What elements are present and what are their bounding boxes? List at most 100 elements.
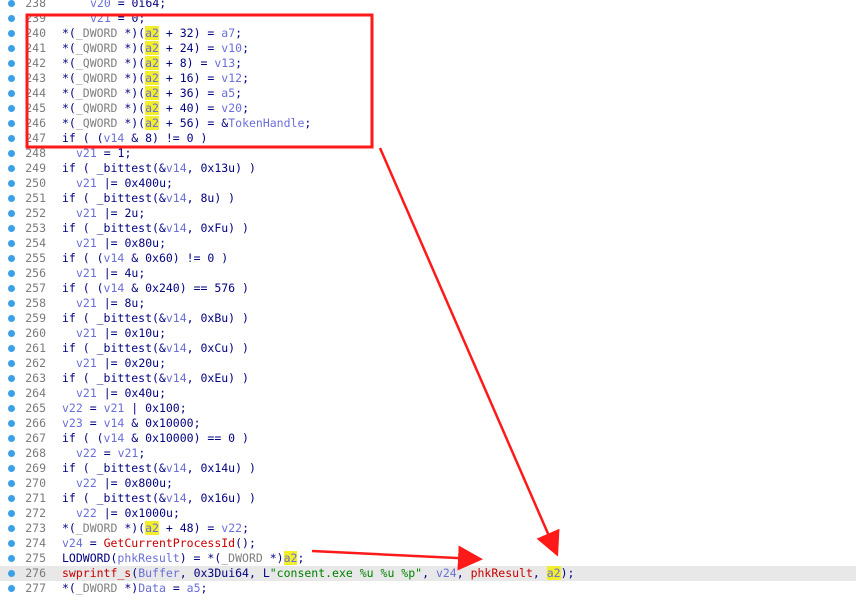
code-text[interactable]: if ( _bittest(&v14, 0x13u) ) xyxy=(62,161,256,176)
code-line[interactable]: 239 v21 = 0; xyxy=(0,11,856,26)
code-text[interactable]: if ( _bittest(&v14, 0x16u) ) xyxy=(62,491,256,506)
code-text[interactable]: swprintf_s(Buffer, 0x3Dui64, L"consent.e… xyxy=(62,566,574,581)
code-text[interactable]: v20 = 0i64; xyxy=(90,0,166,11)
code-text[interactable]: if ( _bittest(&v14, 0xCu) ) xyxy=(62,341,249,356)
code-text[interactable]: if ( (v14 & 8) != 0 ) xyxy=(62,131,207,146)
code-text[interactable]: *(_DWORD *)(a2 + 48) = v22; xyxy=(62,521,249,536)
code-line[interactable]: 251 if ( _bittest(&v14, 8u) ) xyxy=(0,191,856,206)
code-text[interactable]: if ( _bittest(&v14, 0x14u) ) xyxy=(62,461,256,476)
code-text[interactable]: v22 = v21 | 0x100; xyxy=(62,401,187,416)
code-token: *)( xyxy=(117,521,146,535)
line-number: 274 xyxy=(25,536,46,550)
code-line[interactable]: 256 v21 |= 4u; xyxy=(0,266,856,281)
code-line[interactable]: 257 if ( (v14 & 0x240) == 576 ) xyxy=(0,281,856,296)
code-text[interactable]: *(_QWORD *)(a2 + 8) = v13; xyxy=(62,56,242,71)
code-text[interactable]: *(_QWORD *)(a2 + 40) = v20; xyxy=(62,101,249,116)
code-text[interactable]: v21 |= 0x20u; xyxy=(76,356,166,371)
code-line[interactable]: 249 if ( _bittest(&v14, 0x13u) ) xyxy=(0,161,856,176)
code-line[interactable]: 253 if ( _bittest(&v14, 0xFu) ) xyxy=(0,221,856,236)
code-line[interactable]: 260 v21 |= 0x10u; xyxy=(0,326,856,341)
code-text[interactable]: v21 |= 0x80u; xyxy=(76,236,166,251)
code-line[interactable]: 267 if ( (v14 & 0x10000) == 0 ) xyxy=(0,431,856,446)
code-line[interactable]: 277 *(_DWORD *)Data = a5; xyxy=(0,581,856,596)
code-line[interactable]: 255 if ( (v14 & 0x60) != 0 ) xyxy=(0,251,856,266)
code-text[interactable]: *(_QWORD *)(a2 + 16) = v12; xyxy=(62,71,249,86)
code-token: *( xyxy=(62,56,76,70)
code-token: v21 xyxy=(76,326,97,340)
code-line[interactable]: 259 if ( _bittest(&v14, 0xBu) ) xyxy=(0,311,856,326)
code-text[interactable]: if ( (v14 & 0x60) != 0 ) xyxy=(62,251,228,266)
code-line[interactable]: 274 v24 = GetCurrentProcessId(); xyxy=(0,536,856,551)
code-line[interactable]: 275 LODWORD(phkResult) = *(_DWORD *)a2; xyxy=(0,551,856,566)
code-text[interactable]: if ( _bittest(&v14, 8u) ) xyxy=(62,191,235,206)
code-line[interactable]: 273 *(_DWORD *)(a2 + 48) = v22; xyxy=(0,521,856,536)
line-number: 248 xyxy=(25,146,46,160)
code-text[interactable]: v22 |= 0x1000u; xyxy=(76,506,180,521)
code-token: Data xyxy=(138,581,166,595)
code-line[interactable]: 265 v22 = v21 | 0x100; xyxy=(0,401,856,416)
code-line[interactable]: 244 *(_DWORD *)(a2 + 36) = a5; xyxy=(0,86,856,101)
code-text[interactable]: *(_DWORD *)(a2 + 32) = a7; xyxy=(62,26,242,41)
code-text[interactable]: if ( _bittest(&v14, 0xEu) ) xyxy=(62,371,249,386)
code-text[interactable]: *(_QWORD *)(a2 + 24) = v10; xyxy=(62,41,249,56)
code-line[interactable]: 264 v21 |= 0x40u; xyxy=(0,386,856,401)
code-line[interactable]: 276 swprintf_s(Buffer, 0x3Dui64, L"consen… xyxy=(0,566,856,581)
code-line[interactable]: 269 if ( _bittest(&v14, 0x14u) ) xyxy=(0,461,856,476)
code-line[interactable]: 252 v21 |= 2u; xyxy=(0,206,856,221)
code-text[interactable]: v21 |= 2u; xyxy=(76,206,145,221)
code-token: v22 xyxy=(62,401,83,415)
code-token: *)( xyxy=(117,56,146,70)
code-line[interactable]: 268 v22 = v21; xyxy=(0,446,856,461)
code-text[interactable]: v24 = GetCurrentProcessId(); xyxy=(62,536,256,551)
code-line[interactable]: 243 *(_QWORD *)(a2 + 16) = v12; xyxy=(0,71,856,86)
code-text[interactable]: LODWORD(phkResult) = *(_DWORD *)a2; xyxy=(62,551,304,566)
code-line[interactable]: 238 v20 = 0i64; xyxy=(0,0,856,11)
code-text[interactable]: *(_DWORD *)Data = a5; xyxy=(62,581,207,596)
code-token: v21 xyxy=(76,206,97,220)
code-text[interactable]: v21 |= 0x10u; xyxy=(76,326,166,341)
code-text[interactable]: v21 |= 0x40u; xyxy=(76,386,166,401)
code-line[interactable]: 248 v21 = 1; xyxy=(0,146,856,161)
code-line[interactable]: 261 if ( _bittest(&v14, 0xCu) ) xyxy=(0,341,856,356)
code-text[interactable]: if ( _bittest(&v14, 0xBu) ) xyxy=(62,311,249,326)
code-token: ) = *( xyxy=(179,551,222,565)
code-line[interactable]: 246 *(_QWORD *)(a2 + 56) = &TokenHandle; xyxy=(0,116,856,131)
code-line[interactable]: 263 if ( _bittest(&v14, 0xEu) ) xyxy=(0,371,856,386)
code-text[interactable]: *(_QWORD *)(a2 + 56) = &TokenHandle; xyxy=(62,116,311,131)
code-token: |= 2u; xyxy=(96,206,146,220)
code-line[interactable]: 272 v22 |= 0x1000u; xyxy=(0,506,856,521)
code-line[interactable]: 266 v23 = v14 & 0x10000; xyxy=(0,416,856,431)
pseudocode-view[interactable]: 238 v20 = 0i64; 239 v21 = 0; 240 *(_DWORD *)(… xyxy=(0,0,856,596)
line-number: 275 xyxy=(25,551,46,565)
code-line[interactable]: 245 *(_QWORD *)(a2 + 40) = v20; xyxy=(0,101,856,116)
code-text[interactable]: v22 = v21; xyxy=(76,446,145,461)
code-token: = 0; xyxy=(110,11,146,25)
code-line[interactable]: 250 v21 |= 0x400u; xyxy=(0,176,856,191)
code-line[interactable]: 247 if ( (v14 & 8) != 0 ) xyxy=(0,131,856,146)
code-token: v21 xyxy=(90,11,111,25)
code-text[interactable]: v21 |= 8u; xyxy=(76,296,145,311)
code-text[interactable]: v22 |= 0x800u; xyxy=(76,476,173,491)
code-text[interactable]: v21 |= 4u; xyxy=(76,266,145,281)
code-line[interactable]: 271 if ( _bittest(&v14, 0x16u) ) xyxy=(0,491,856,506)
code-line[interactable]: 270 v22 |= 0x800u; xyxy=(0,476,856,491)
code-line[interactable]: 242 *(_QWORD *)(a2 + 8) = v13; xyxy=(0,56,856,71)
code-text[interactable]: if ( _bittest(&v14, 0xFu) ) xyxy=(62,221,249,236)
code-token: v10 xyxy=(221,41,243,55)
code-line[interactable]: 262 v21 |= 0x20u; xyxy=(0,356,856,371)
code-line[interactable]: 254 v21 |= 0x80u; xyxy=(0,236,856,251)
code-text[interactable]: v21 = 1; xyxy=(76,146,131,161)
code-text[interactable]: v23 = v14 & 0x10000; xyxy=(62,416,201,431)
highlighted-identifier: a2 xyxy=(145,101,159,115)
code-text[interactable]: *(_DWORD *)(a2 + 36) = a5; xyxy=(62,86,242,101)
code-line[interactable]: 240 *(_DWORD *)(a2 + 32) = a7; xyxy=(0,26,856,41)
code-token: *)( xyxy=(117,26,146,40)
code-text[interactable]: if ( (v14 & 0x10000) == 0 ) xyxy=(62,431,249,446)
code-text[interactable]: v21 |= 0x400u; xyxy=(76,176,173,191)
code-line[interactable]: 258 v21 |= 8u; xyxy=(0,296,856,311)
code-line[interactable]: 241 *(_QWORD *)(a2 + 24) = v10; xyxy=(0,41,856,56)
line-number: 239 xyxy=(25,11,46,25)
code-text[interactable]: v21 = 0; xyxy=(90,11,145,26)
code-text[interactable]: if ( (v14 & 0x240) == 576 ) xyxy=(62,281,249,296)
code-token: *( xyxy=(62,41,76,55)
